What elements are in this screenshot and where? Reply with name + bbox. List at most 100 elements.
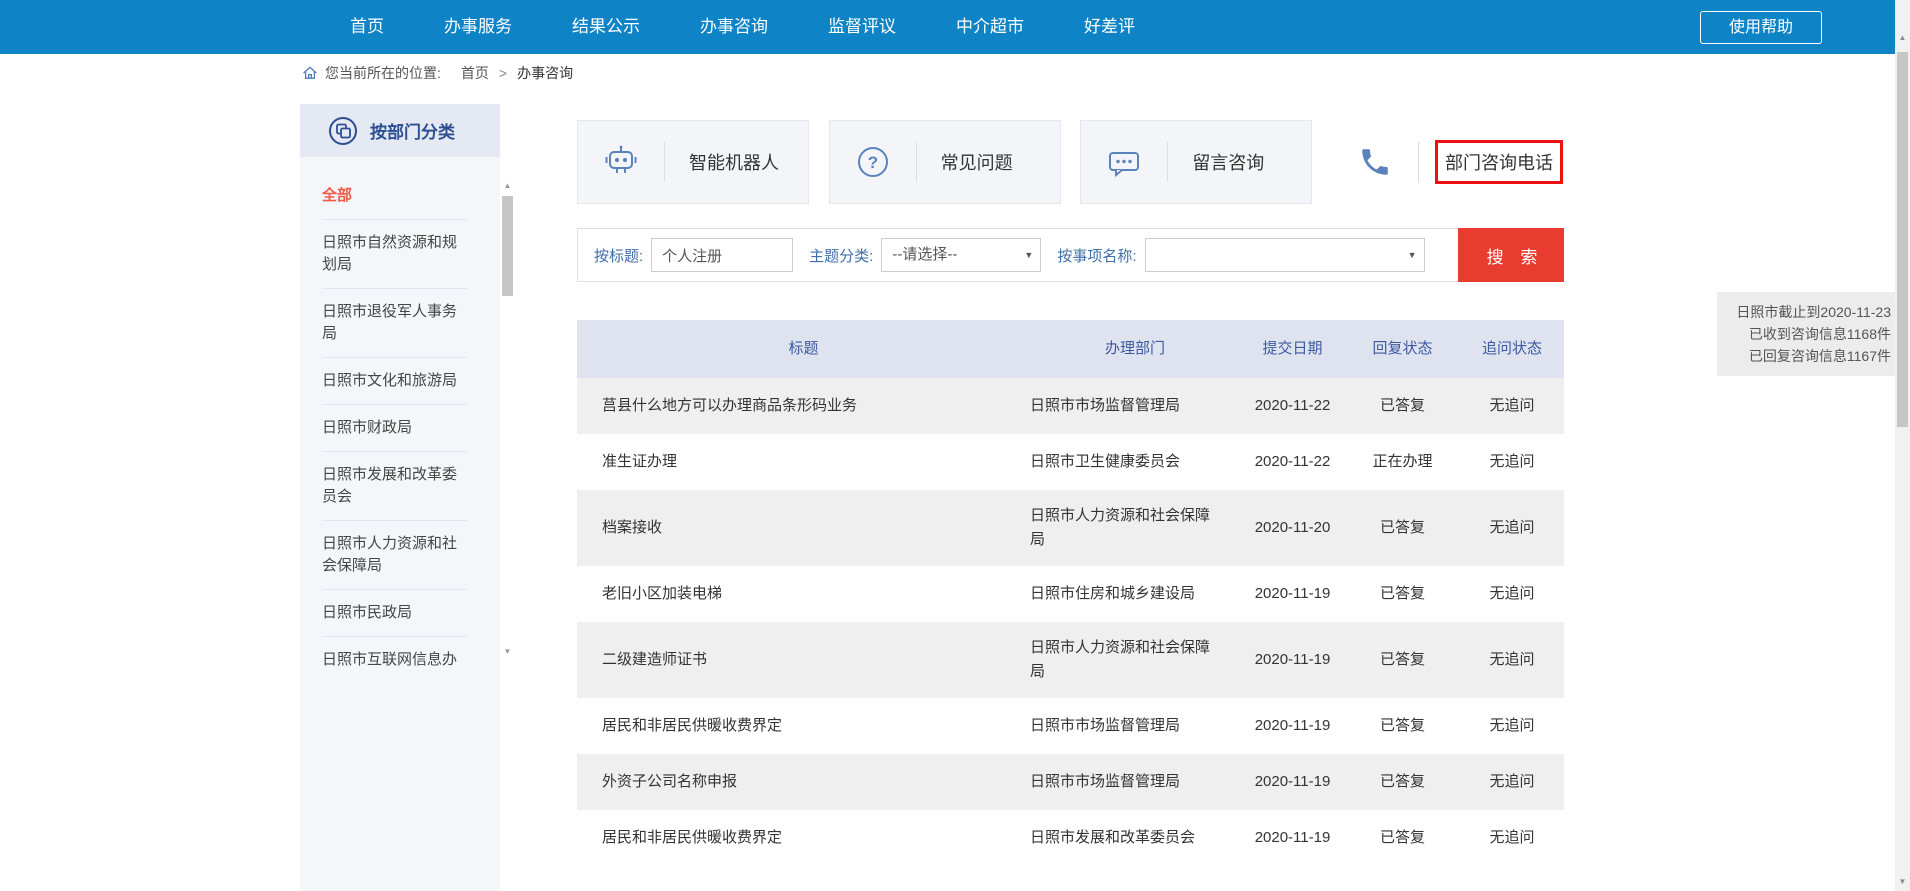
- help-button[interactable]: 使用帮助: [1700, 11, 1822, 44]
- table-header: 标题 办理部门 提交日期 回复状态 追问状态: [577, 320, 1564, 378]
- breadcrumb: 您当前所在的位置: 首页 > 办事咨询: [302, 62, 573, 84]
- row-date: 2020-11-22: [1240, 380, 1345, 432]
- table-row[interactable]: 外资子公司名称申报 日照市市场监督管理局 2020-11-19 已答复 无追问: [577, 754, 1564, 810]
- table-row[interactable]: 准生证办理 日照市卫生健康委员会 2020-11-22 正在办理 无追问: [577, 434, 1564, 490]
- row-department: 日照市人力资源和社会保障局: [1030, 490, 1240, 566]
- page: 首页 办事服务 结果公示 办事咨询 监督评议 中介超市 好差评 使用帮助: [0, 0, 1910, 891]
- stats-line-3: 已回复咨询信息1167件: [1723, 345, 1891, 367]
- row-followup-status: 无追问: [1460, 700, 1564, 752]
- sidebar-item[interactable]: 日照市文化和旅游局: [322, 358, 467, 405]
- item-name-label: 按事项名称:: [1057, 245, 1136, 266]
- search-button[interactable]: 搜 索: [1458, 228, 1564, 282]
- sidebar-item[interactable]: 日照市发展和改革委员会: [322, 452, 467, 521]
- sidebar-item[interactable]: 日照市互联网信息办: [322, 637, 467, 683]
- nav-item[interactable]: 结果公示: [542, 0, 670, 54]
- sidebar-header: 按部门分类: [300, 104, 500, 157]
- table-row[interactable]: 档案接收 日照市人力资源和社会保障局 2020-11-20 已答复 无追问: [577, 490, 1564, 566]
- breadcrumb-current: 办事咨询: [517, 63, 573, 83]
- item-name-select[interactable]: ▼: [1145, 238, 1425, 272]
- row-followup-status: 无追问: [1460, 502, 1564, 554]
- header-reply-status: 回复状态: [1345, 337, 1460, 361]
- top-navbar: 首页 办事服务 结果公示 办事咨询 监督评议 中介超市 好差评 使用帮助: [0, 0, 1910, 54]
- row-department: 日照市市场监督管理局: [1030, 380, 1240, 432]
- nav-item[interactable]: 办事服务: [414, 0, 542, 54]
- nav-menu: 首页 办事服务 结果公示 办事咨询 监督评议 中介超市 好差评: [320, 0, 1165, 54]
- svg-text:?: ?: [867, 153, 877, 172]
- scroll-down-arrow-icon[interactable]: ▼: [501, 646, 514, 658]
- sidebar-item[interactable]: 日照市自然资源和规划局: [322, 220, 467, 289]
- row-date: 2020-11-20: [1240, 502, 1345, 554]
- sidebar-item[interactable]: 日照市民政局: [322, 590, 467, 637]
- row-department: 日照市卫生健康委员会: [1030, 436, 1240, 488]
- chevron-down-icon: ▼: [1024, 239, 1033, 271]
- breadcrumb-home-link[interactable]: 首页: [461, 63, 489, 83]
- category-select-value: --请选择--: [892, 246, 957, 263]
- category-label: 主题分类:: [809, 245, 873, 266]
- category-icon: [328, 116, 358, 146]
- header-date: 提交日期: [1240, 337, 1345, 361]
- tab-smart-robot[interactable]: 智能机器人: [577, 120, 809, 204]
- row-title[interactable]: 档案接收: [577, 502, 1030, 554]
- sidebar-item[interactable]: 全部: [322, 173, 467, 220]
- tab-faq[interactable]: ? 常见问题: [829, 120, 1061, 204]
- sidebar-item[interactable]: 日照市人力资源和社会保障局: [322, 521, 467, 590]
- table-row[interactable]: 老旧小区加装电梯 日照市住房和城乡建设局 2020-11-19 已答复 无追问: [577, 566, 1564, 622]
- tab-department-phone[interactable]: 部门咨询电话: [1332, 120, 1564, 204]
- row-title[interactable]: 准生证办理: [577, 436, 1030, 488]
- row-title[interactable]: 居民和非居民供暖收费界定: [577, 812, 1030, 864]
- header-title: 标题: [577, 337, 1030, 361]
- row-title[interactable]: 居民和非居民供暖收费界定: [577, 700, 1030, 752]
- page-scrollbar: ▲ ▼: [1895, 0, 1910, 891]
- department-sidebar: 按部门分类 全部 日照市自然资源和规划局 日照市退役军人事务局 日照市文化和旅游…: [300, 104, 500, 891]
- table-row[interactable]: 居民和非居民供暖收费界定 日照市市场监督管理局 2020-11-19 已答复 无…: [577, 698, 1564, 754]
- row-date: 2020-11-19: [1240, 812, 1345, 864]
- category-select[interactable]: --请选择-- ▼: [881, 238, 1041, 272]
- phone-icon: [1333, 145, 1418, 179]
- nav-item[interactable]: 好差评: [1054, 0, 1165, 54]
- sidebar-item[interactable]: 日照市财政局: [322, 405, 467, 452]
- row-reply-status: 正在办理: [1345, 436, 1460, 488]
- table-row[interactable]: 居民和非居民供暖收费界定 日照市发展和改革委员会 2020-11-19 已答复 …: [577, 810, 1564, 866]
- row-title[interactable]: 外资子公司名称申报: [577, 756, 1030, 808]
- title-search-label: 按标题:: [594, 245, 643, 266]
- tab-message-consult[interactable]: 留言咨询: [1080, 120, 1312, 204]
- divider: [664, 142, 665, 182]
- title-search-input[interactable]: [651, 238, 793, 272]
- tab-label: 留言咨询: [1192, 149, 1264, 175]
- breadcrumb-prefix: 您当前所在的位置:: [325, 63, 441, 83]
- robot-icon: [578, 144, 664, 180]
- consult-tabs: 智能机器人 ? 常见问题 留: [577, 120, 1564, 204]
- nav-item[interactable]: 监督评议: [798, 0, 926, 54]
- sidebar-scrollbar: ▲ ▼: [501, 180, 514, 658]
- row-title[interactable]: 二级建造师证书: [577, 634, 1030, 686]
- row-followup-status: 无追问: [1460, 756, 1564, 808]
- table-row[interactable]: 莒县什么地方可以办理商品条形码业务 日照市市场监督管理局 2020-11-22 …: [577, 378, 1564, 434]
- row-date: 2020-11-22: [1240, 436, 1345, 488]
- consultation-table: 标题 办理部门 提交日期 回复状态 追问状态 莒县什么地方可以办理商品条形码业务…: [577, 320, 1564, 866]
- table-row[interactable]: 二级建造师证书 日照市人力资源和社会保障局 2020-11-19 已答复 无追问: [577, 622, 1564, 698]
- page-scrollbar-thumb[interactable]: [1897, 52, 1908, 427]
- nav-item[interactable]: 首页: [320, 0, 414, 54]
- scroll-up-arrow-icon[interactable]: ▲: [1895, 30, 1910, 45]
- scroll-down-arrow-icon[interactable]: ▼: [1895, 874, 1910, 889]
- sidebar-scrollbar-thumb[interactable]: [502, 196, 513, 296]
- row-reply-status: 已答复: [1345, 380, 1460, 432]
- message-icon: [1081, 144, 1167, 180]
- row-title[interactable]: 莒县什么地方可以办理商品条形码业务: [577, 380, 1030, 432]
- nav-item[interactable]: 中介超市: [926, 0, 1054, 54]
- sidebar-item[interactable]: 日照市退役军人事务局: [322, 289, 467, 358]
- row-followup-status: 无追问: [1460, 380, 1564, 432]
- row-followup-status: 无追问: [1460, 634, 1564, 686]
- row-title[interactable]: 老旧小区加装电梯: [577, 568, 1030, 620]
- row-department: 日照市发展和改革委员会: [1030, 812, 1240, 864]
- row-reply-status: 已答复: [1345, 502, 1460, 554]
- sidebar-title: 按部门分类: [370, 118, 455, 143]
- question-icon: ?: [830, 144, 916, 180]
- row-reply-status: 已答复: [1345, 700, 1460, 752]
- row-reply-status: 已答复: [1345, 756, 1460, 808]
- divider: [1418, 142, 1419, 182]
- nav-item[interactable]: 办事咨询: [670, 0, 798, 54]
- scroll-up-arrow-icon[interactable]: ▲: [501, 180, 514, 192]
- row-reply-status: 已答复: [1345, 812, 1460, 864]
- tab-label: 常见问题: [941, 149, 1013, 175]
